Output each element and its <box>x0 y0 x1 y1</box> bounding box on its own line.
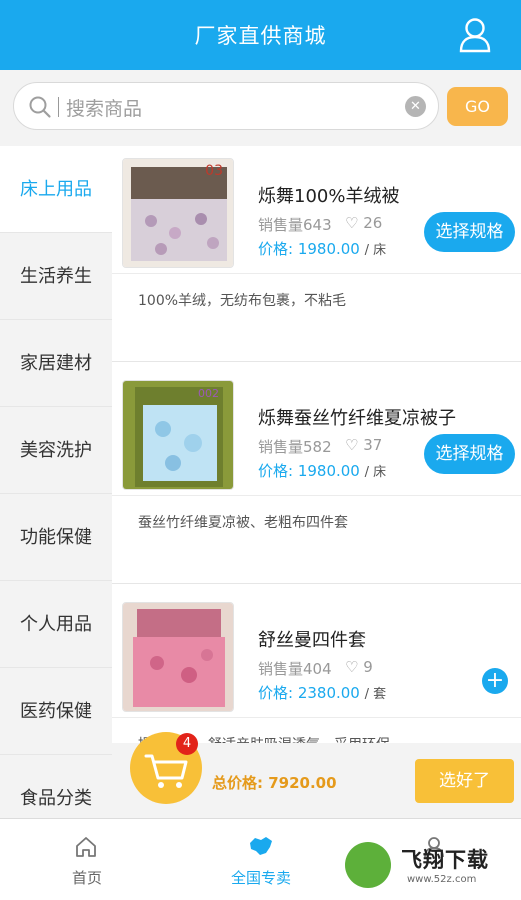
select-spec-button[interactable]: 选择规格 <box>424 434 515 474</box>
sidebar-item-bedding[interactable]: 床上用品 <box>0 146 112 233</box>
like-count[interactable]: ♡ 26 <box>345 214 382 232</box>
sales-count: 销售量404 <box>258 660 332 678</box>
clear-icon[interactable]: ✕ <box>405 96 426 117</box>
total-price: 总价格: 7920.00 <box>212 774 337 792</box>
product-image[interactable]: 002 <box>122 380 234 490</box>
product-description: 100%羊绒，无纺布包裹，不粘毛 <box>112 274 521 362</box>
go-button[interactable]: GO <box>447 87 508 126</box>
china-map-icon <box>248 835 274 863</box>
text-cursor <box>58 97 59 117</box>
product-image[interactable]: 03 <box>122 158 234 268</box>
sidebar-item-beauty-care[interactable]: 美容洗护 <box>0 407 112 494</box>
thumb-tag: 002 <box>198 387 219 400</box>
watermark: 飞翔下载 www.52z.com <box>345 838 521 894</box>
watermark-url: www.52z.com <box>407 874 477 885</box>
category-sidebar: 床上用品 生活养生 家居建材 美容洗护 功能保健 个人用品 医药保健 食品分类 <box>0 146 112 842</box>
product-name: 舒丝曼四件套 <box>258 630 366 651</box>
sales-count: 销售量582 <box>258 438 332 456</box>
product-image[interactable] <box>122 602 234 712</box>
tab-home[interactable]: 首页 <box>27 819 147 900</box>
user-icon[interactable] <box>459 17 491 53</box>
product-name: 烁舞蚕丝竹纤维夏凉被子 <box>258 408 456 429</box>
sidebar-item-health-function[interactable]: 功能保健 <box>0 494 112 581</box>
sidebar-item-personal[interactable]: 个人用品 <box>0 581 112 668</box>
search-icon <box>28 95 52 123</box>
page-title: 厂家直供商城 <box>194 24 327 48</box>
add-to-cart-button[interactable]: + <box>482 668 508 694</box>
app-header: 厂家直供商城 <box>0 0 521 70</box>
like-count[interactable]: ♡ 9 <box>345 658 373 676</box>
home-icon <box>74 835 98 863</box>
sales-count: 销售量643 <box>258 216 332 234</box>
watermark-logo <box>345 842 391 888</box>
product-price: 价格: 2380.00 / 套 <box>258 684 387 702</box>
checkout-button[interactable]: 选好了 <box>415 759 514 803</box>
like-count[interactable]: ♡ 37 <box>345 436 382 454</box>
sidebar-item-home-building[interactable]: 家居建材 <box>0 320 112 407</box>
search-placeholder: 搜索商品 <box>66 98 143 120</box>
tab-national[interactable]: 全国专卖 <box>201 819 321 900</box>
sidebar-item-wellness[interactable]: 生活养生 <box>0 233 112 320</box>
sidebar-item-medicine[interactable]: 医药保健 <box>0 668 112 755</box>
product-price: 价格: 1980.00 / 床 <box>258 240 387 258</box>
watermark-title: 飞翔下载 <box>401 848 489 872</box>
product-price: 价格: 1980.00 / 床 <box>258 462 387 480</box>
product-description: 蚕丝竹纤维夏凉被、老粗布四件套 <box>112 496 521 584</box>
search-bar: 搜索商品 ✕ GO <box>0 70 521 146</box>
search-input[interactable]: 搜索商品 ✕ <box>13 82 439 130</box>
product-name: 烁舞100%羊绒被 <box>258 186 400 207</box>
select-spec-button[interactable]: 选择规格 <box>424 212 515 252</box>
thumb-tag: 03 <box>205 163 223 179</box>
cart-count-badge: 4 <box>176 733 198 755</box>
